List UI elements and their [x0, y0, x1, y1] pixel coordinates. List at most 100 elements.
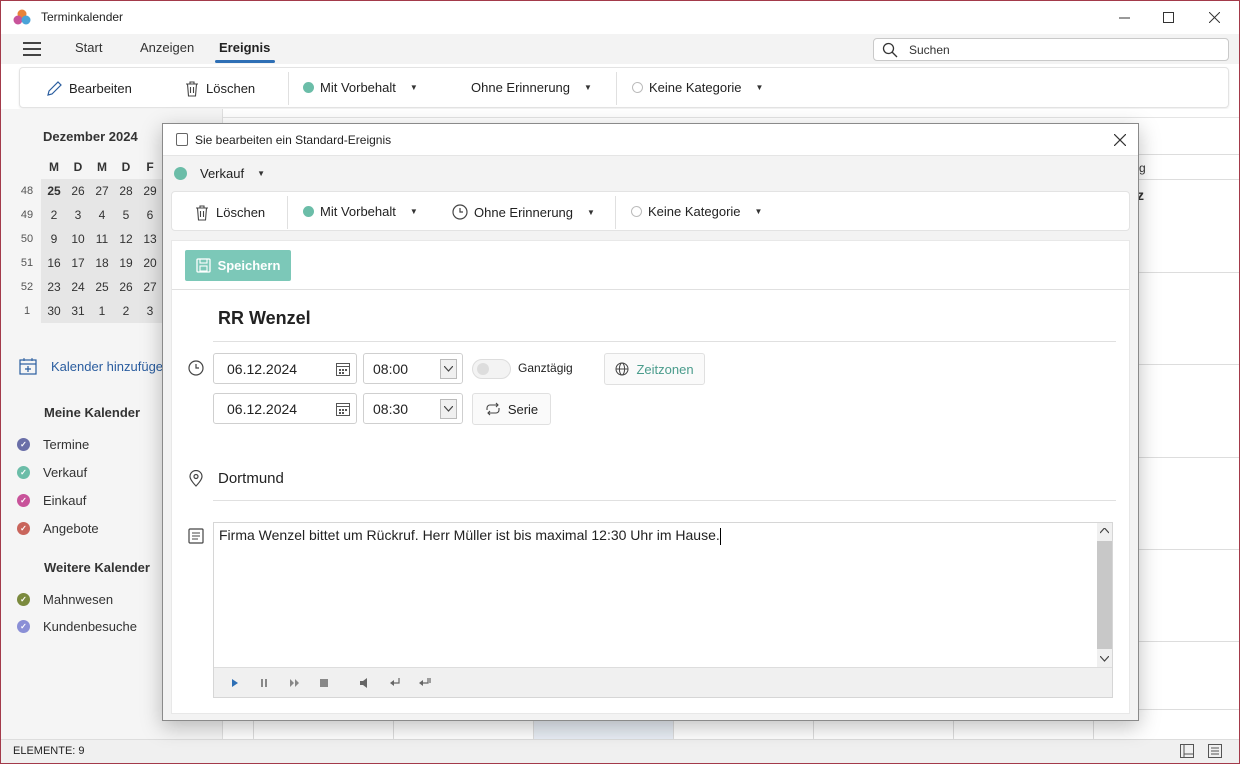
mini-day[interactable]: 9	[42, 232, 66, 246]
timezones-label: Zeitzonen	[636, 361, 694, 377]
mini-day[interactable]: 25	[42, 184, 66, 198]
mini-calendar-month: Dezember 2024	[43, 129, 138, 144]
mini-day[interactable]: 18	[90, 256, 114, 270]
scroll-down-icon[interactable]	[1100, 656, 1109, 662]
calendar-select[interactable]: Verkauf ▼	[174, 166, 265, 181]
save-icon	[195, 258, 211, 273]
pause-icon[interactable]	[261, 679, 267, 687]
all-day-toggle[interactable]	[472, 359, 511, 379]
calendar-item-kundenbesuche[interactable]: ✓ Kundenbesuche	[17, 619, 137, 634]
check-icon: ✓	[17, 466, 30, 479]
stop-icon[interactable]	[320, 679, 328, 687]
calendar-item-einkauf[interactable]: ✓ Einkauf	[17, 493, 86, 508]
menu-icon[interactable]	[23, 42, 41, 56]
scrollbar-thumb[interactable]	[1097, 541, 1112, 649]
calendar-label: Kundenbesuche	[43, 619, 137, 634]
calendar-label: Termine	[43, 437, 90, 452]
calendar-picker-icon[interactable]	[336, 362, 350, 376]
dialog-delete-button[interactable]: Löschen	[194, 204, 265, 221]
dialog-toolbar: Löschen Mit Vorbehalt ▼ Ohne Erinnerung …	[171, 191, 1130, 231]
mini-day[interactable]: 31	[66, 304, 90, 318]
category-dropdown[interactable]: Keine Kategorie ▼	[632, 80, 763, 95]
mini-day[interactable]: 23	[42, 280, 66, 294]
weekday-header: M	[49, 160, 59, 174]
mini-day[interactable]: 1	[90, 304, 114, 318]
maximize-button[interactable]	[1145, 1, 1191, 33]
location-input[interactable]: Dortmund	[218, 470, 284, 487]
tab-ereignis[interactable]: Ereignis	[219, 40, 270, 55]
calendar-picker-icon[interactable]	[336, 402, 350, 416]
dialog-category-dropdown[interactable]: Keine Kategorie ▼	[631, 204, 762, 219]
list-view-icon[interactable]	[1208, 744, 1222, 758]
mini-day[interactable]: 28	[114, 184, 138, 198]
mini-day[interactable]: 2	[42, 208, 66, 222]
mini-day[interactable]: 2	[114, 304, 138, 318]
speaker-icon[interactable]	[360, 678, 368, 688]
mini-day[interactable]: 5	[114, 208, 138, 222]
calendar-select-label: Verkauf	[200, 166, 245, 181]
timezones-button[interactable]: Zeitzonen	[604, 353, 705, 385]
globe-icon	[615, 362, 629, 376]
save-button[interactable]: Speichern	[185, 250, 291, 281]
mini-day[interactable]: 26	[66, 184, 90, 198]
voice-reply-all-icon[interactable]	[418, 677, 432, 688]
calendar-item-verkauf[interactable]: ✓ Verkauf	[17, 465, 87, 480]
layout-view-icon[interactable]	[1180, 744, 1194, 758]
mini-day[interactable]: 19	[114, 256, 138, 270]
mini-day[interactable]: 16	[42, 256, 66, 270]
start-time-field[interactable]: 08:00	[363, 353, 463, 384]
mini-day[interactable]: 26	[114, 280, 138, 294]
end-date-field[interactable]: 06.12.2024	[213, 393, 357, 424]
calendar-item-angebote[interactable]: ✓ Angebote	[17, 521, 99, 536]
dialog-reminder-dropdown[interactable]: Ohne Erinnerung ▼	[452, 204, 595, 220]
check-icon: ✓	[17, 494, 30, 507]
calendar-item-termine[interactable]: ✓ Termine	[17, 437, 89, 452]
mini-day[interactable]: 12	[114, 232, 138, 246]
edit-button[interactable]: Bearbeiten	[46, 80, 132, 97]
mini-day[interactable]: 29	[138, 184, 162, 198]
start-date-field[interactable]: 06.12.2024	[213, 353, 357, 384]
close-button[interactable]	[1191, 1, 1237, 33]
mini-day[interactable]: 4	[90, 208, 114, 222]
search-input[interactable]: Suchen	[873, 38, 1229, 61]
mini-day[interactable]: 10	[66, 232, 90, 246]
caret-down-icon: ▼	[587, 207, 595, 217]
mini-day[interactable]: 3	[66, 208, 90, 222]
mini-day[interactable]: 6	[138, 208, 162, 222]
calendar-item-mahnwesen[interactable]: ✓ Mahnwesen	[17, 592, 113, 607]
voice-reply-icon[interactable]	[389, 677, 401, 688]
dialog-status-dropdown[interactable]: Mit Vorbehalt ▼	[303, 204, 418, 219]
dialog-close-button[interactable]	[1110, 130, 1130, 150]
mini-day[interactable]: 11	[90, 232, 114, 246]
notes-editor[interactable]: Firma Wenzel bittet um Rückruf. Herr Mül…	[213, 522, 1113, 698]
mini-day[interactable]: 24	[66, 280, 90, 294]
time-dropdown-button[interactable]	[440, 399, 457, 419]
time-dropdown-button[interactable]	[440, 359, 457, 379]
delete-button[interactable]: Löschen	[184, 80, 255, 97]
notes-scrollbar[interactable]	[1097, 523, 1112, 667]
play-icon[interactable]	[232, 679, 238, 687]
minimize-button[interactable]	[1101, 1, 1147, 33]
mini-day[interactable]: 20	[138, 256, 162, 270]
tab-start[interactable]: Start	[75, 40, 102, 55]
reminder-dropdown[interactable]: Ohne Erinnerung ▼	[471, 80, 592, 95]
toolbar-divider	[287, 196, 288, 229]
mini-day[interactable]: 30	[42, 304, 66, 318]
mini-day[interactable]: 13	[138, 232, 162, 246]
add-calendar-button[interactable]: Kalender hinzufüge	[19, 357, 163, 375]
fast-forward-icon[interactable]	[290, 679, 299, 687]
tab-anzeigen[interactable]: Anzeigen	[140, 40, 194, 55]
status-dropdown[interactable]: Mit Vorbehalt ▼	[303, 80, 418, 95]
subject-input[interactable]: RR Wenzel	[218, 308, 311, 329]
mini-day[interactable]: 25	[90, 280, 114, 294]
mini-day[interactable]: 27	[90, 184, 114, 198]
mini-day[interactable]: 17	[66, 256, 90, 270]
end-time-field[interactable]: 08:30	[363, 393, 463, 424]
mini-day[interactable]: 3	[138, 304, 162, 318]
weekday-header: M	[97, 160, 107, 174]
text-cursor	[719, 527, 721, 545]
more-calendars-title: Weitere Kalender	[44, 560, 150, 575]
scroll-up-icon[interactable]	[1100, 528, 1109, 534]
mini-day[interactable]: 27	[138, 280, 162, 294]
series-button[interactable]: Serie	[472, 393, 551, 425]
